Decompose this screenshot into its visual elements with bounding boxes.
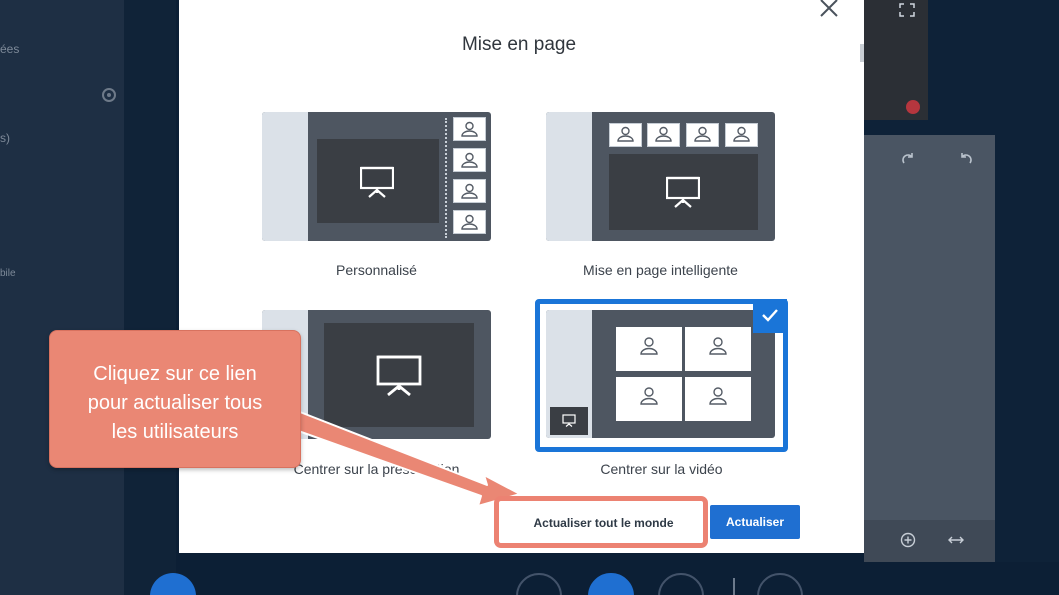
gear-icon[interactable] (100, 86, 118, 104)
fit-width-icon[interactable] (948, 532, 964, 548)
user-icons (617, 126, 750, 142)
mic-status-icon (906, 100, 920, 114)
check-icon (762, 309, 778, 322)
callout-line: Cliquez sur ce lien (93, 363, 257, 385)
left-panel-item[interactable]: s) (0, 131, 10, 145)
presentation-icon (666, 176, 700, 208)
layout-option-custom[interactable]: Personnalisé (262, 112, 491, 282)
action-bar-divider (733, 578, 735, 595)
fullscreen-icon[interactable] (898, 2, 916, 18)
selected-check-badge (753, 299, 787, 333)
layout-thumbnail (546, 112, 775, 241)
presentation-icon (376, 355, 422, 396)
modal-title: Mise en page (461, 34, 577, 55)
zoom-in-icon[interactable] (900, 532, 916, 548)
thumbnail-sidebar (262, 112, 308, 241)
webcam-video (864, 0, 928, 120)
whiteboard-area (864, 135, 995, 562)
layout-label: Centrer sur la vidéo (600, 461, 723, 477)
presentation-icon (562, 414, 576, 427)
action-bar-right (864, 562, 1059, 595)
callout-line: les utilisateurs (111, 421, 239, 443)
layout-option-focus-video[interactable]: Centrer sur la vidéo (535, 299, 788, 479)
layout-thumbnail (546, 310, 775, 438)
thumbnail-divider (445, 118, 447, 238)
user-icons (640, 337, 727, 405)
undo-icon[interactable] (958, 151, 974, 167)
close-icon[interactable] (819, 0, 839, 18)
presentation-icon (360, 166, 394, 198)
whiteboard-toolbar (864, 520, 995, 562)
tutorial-highlight (494, 496, 708, 548)
layout-thumbnail (262, 112, 491, 241)
tutorial-callout-text: Cliquez sur ce lien pour actualiser tous… (54, 360, 296, 447)
update-button[interactable]: Actualiser (710, 505, 800, 539)
chat-strip (124, 0, 176, 595)
layout-label: Personnalisé (336, 262, 417, 278)
callout-line: pour actualiser tous (87, 392, 263, 414)
left-panel: ées s) bile (0, 0, 124, 595)
user-icons (461, 121, 478, 230)
redo-icon[interactable] (900, 151, 916, 167)
left-panel-item[interactable]: ées (0, 42, 19, 56)
modal-scrollbar[interactable] (860, 44, 864, 62)
left-panel-item[interactable]: bile (0, 268, 16, 279)
thumbnail-sidebar (546, 112, 592, 241)
layout-option-smart[interactable]: Mise en page intelligente (546, 112, 775, 282)
layout-label: Mise en page intelligente (583, 262, 738, 278)
